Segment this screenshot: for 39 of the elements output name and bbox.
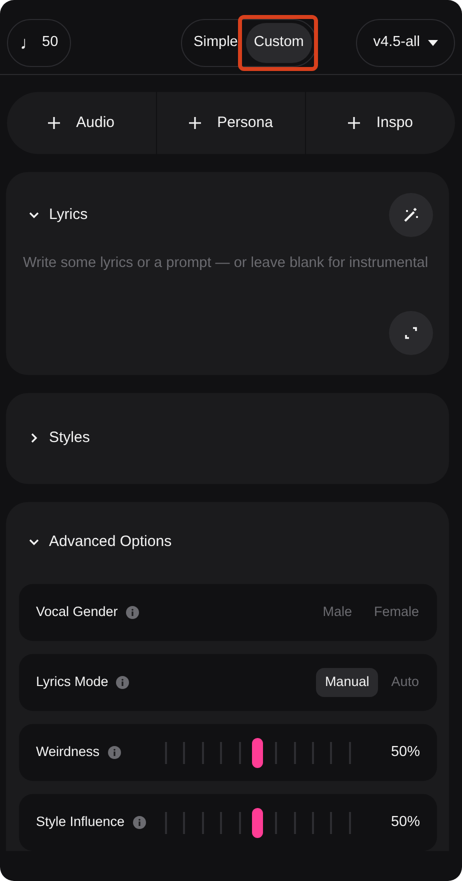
section-toggle[interactable]: Styles [29,427,90,450]
plus-icon [189,117,202,129]
magic-wand-icon [403,207,419,223]
mode-tab[interactable]: Simple [186,23,246,63]
info-icon [116,676,130,689]
section-toggle[interactable]: Advanced Options [29,530,172,553]
magic-button[interactable] [389,193,433,237]
info-icon [108,746,121,759]
slider-value: 50% [390,812,420,832]
plus-icon [48,117,60,129]
add-button[interactable]: Inspo [305,92,455,154]
option-label: Lyrics Mode [36,673,108,692]
option-label: Vocal Gender [36,603,118,622]
info-icon [132,816,146,829]
choice-option[interactable]: Female [364,598,428,627]
slider-value: 50% [390,742,420,762]
mode-tab[interactable]: Custom [246,23,312,63]
option-label: Style Influence [36,813,125,832]
choice-option[interactable]: Manual [316,668,378,697]
choice-option[interactable]: Auto [382,668,428,697]
option-label: Weirdness [36,743,100,762]
slider-track[interactable] [164,808,351,838]
note-icon: ♩ [20,30,38,56]
section-toggle[interactable]: Lyrics [29,204,88,226]
expand-icon [405,327,417,339]
add-button[interactable]: Audio [7,92,156,154]
caret-icon [428,40,438,46]
model-dropdown[interactable]: v4.5-all [356,19,455,67]
chevron-down-icon [29,536,39,547]
chevron-down-icon [29,210,39,220]
choice-option[interactable]: Male [314,598,361,627]
chevron-right-icon [29,433,39,444]
plus-icon [348,117,360,129]
credits-button[interactable]: ♩ 50 [7,19,72,67]
slider-thumb[interactable] [252,808,264,838]
slider-track[interactable] [164,738,351,768]
slider-thumb[interactable] [252,738,264,768]
add-button[interactable]: Persona [156,92,306,154]
info-icon [126,606,139,619]
